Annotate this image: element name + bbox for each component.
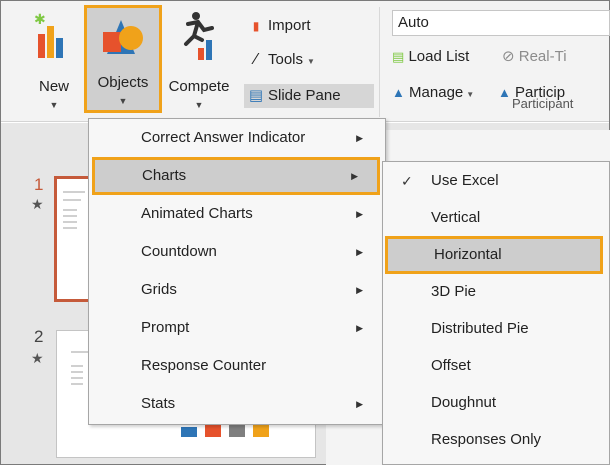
chevron-down-icon: ▼ — [466, 90, 475, 99]
thumb-text-line — [71, 371, 83, 373]
objects-menu: Correct Answer Indicator ▶ Charts ▶ Anim… — [88, 118, 386, 425]
new-button[interactable]: ✱ New ▼ — [30, 8, 78, 112]
menu-item-label: Response Counter — [141, 357, 267, 374]
chevron-down-icon: ▼ — [49, 100, 59, 110]
menu-item-stats[interactable]: Stats ▶ — [89, 385, 385, 423]
thumb-text-line — [63, 209, 77, 211]
import-label: Import — [268, 17, 311, 34]
thumb-text-line — [63, 221, 77, 223]
chevron-right-icon: ▶ — [356, 133, 363, 143]
slide-pane-label: Slide Pane — [268, 87, 341, 104]
objects-label: Objects — [97, 74, 149, 91]
menu-item-label: Horizontal — [434, 246, 502, 263]
objects-shapes-icon — [103, 20, 143, 54]
svg-text:✱: ✱ — [34, 11, 46, 27]
realtime-button[interactable]: ⊘ Real-Ti — [502, 46, 567, 68]
thumb-text-line — [63, 191, 85, 193]
charts-submenu: ✓ Use Excel Vertical Horizontal 3D Pie D… — [382, 161, 610, 465]
runner-chart-icon — [184, 12, 214, 60]
menu-item-label: Animated Charts — [141, 205, 253, 222]
load-list-label: Load List — [408, 48, 470, 65]
menu-item-doughnut[interactable]: Doughnut — [383, 384, 609, 422]
menu-item-prompt[interactable]: Prompt ▶ — [89, 309, 385, 347]
chevron-right-icon: ▶ — [356, 209, 363, 219]
menu-item-horizontal[interactable]: Horizontal — [385, 236, 603, 274]
menu-item-countdown[interactable]: Countdown ▶ — [89, 233, 385, 271]
menu-item-label: Grids — [141, 281, 177, 298]
thumb-text-line — [63, 199, 81, 201]
compete-button[interactable]: Compete ▼ — [164, 8, 234, 112]
menu-item-label: Responses Only — [431, 431, 542, 448]
chevron-right-icon: ▶ — [356, 323, 363, 333]
menu-item-animated-charts[interactable]: Animated Charts ▶ — [89, 195, 385, 233]
wrench-icon: ⁄ — [254, 51, 258, 68]
slide-pane-icon: ▤ — [248, 87, 264, 104]
menu-item-3d-pie[interactable]: 3D Pie — [383, 273, 609, 311]
realtime-label: Real-Ti — [518, 48, 567, 65]
tools-label: Tools — [268, 51, 304, 68]
menu-item-offset[interactable]: Offset — [383, 347, 609, 385]
new-label: New — [38, 78, 69, 95]
checkmark-icon: ✓ — [401, 173, 413, 189]
chevron-right-icon: ▶ — [351, 171, 358, 181]
menu-item-label: Countdown — [141, 243, 217, 260]
content-setting-field[interactable]: Auto — [392, 10, 610, 36]
star-icon: ★ — [31, 350, 44, 366]
menu-item-charts[interactable]: Charts ▶ — [92, 157, 380, 195]
chevron-down-icon: ▼ — [307, 57, 315, 66]
star-icon: ★ — [31, 196, 44, 212]
chevron-right-icon: ▶ — [356, 247, 363, 257]
thumb-text-line — [63, 215, 77, 217]
chevron-down-icon: ▼ — [118, 96, 128, 106]
participants-icon: ▲ — [498, 85, 511, 100]
thumb-text-line — [71, 365, 83, 367]
realtime-icon: ⊘ — [502, 48, 515, 65]
thumb-text-line — [63, 227, 77, 229]
menu-item-label: 3D Pie — [431, 283, 477, 300]
menu-item-label: Distributed Pie — [431, 320, 529, 337]
new-chart-icon: ✱ — [34, 11, 63, 58]
manage-button[interactable]: ▲ Manage ▼ — [392, 82, 474, 104]
menu-item-label: Prompt — [141, 319, 190, 336]
menu-item-use-excel[interactable]: ✓ Use Excel — [383, 162, 609, 200]
load-list-button[interactable]: ▤ Load List — [392, 46, 469, 68]
menu-item-label: Vertical — [431, 209, 481, 226]
thumb-text-line — [71, 383, 83, 385]
menu-item-label: Doughnut — [431, 394, 497, 411]
thumb-chart-bar — [181, 427, 197, 437]
chevron-down-icon: ▼ — [194, 100, 204, 110]
tools-button[interactable]: ⁄ Tools ▼ — [248, 48, 315, 72]
menu-item-responses-only[interactable]: Responses Only — [383, 421, 609, 459]
import-icon: ▮ — [252, 19, 260, 33]
thumb-chart-bar — [253, 425, 269, 437]
menu-item-label: Charts — [142, 167, 187, 184]
load-list-icon: ▤ — [392, 49, 405, 64]
manage-icon: ▲ — [392, 85, 405, 100]
menu-item-grids[interactable]: Grids ▶ — [89, 271, 385, 309]
menu-item-distributed-pie[interactable]: Distributed Pie — [383, 310, 609, 348]
chevron-right-icon: ▶ — [356, 285, 363, 295]
menu-item-label: Stats — [141, 395, 176, 412]
manage-label: Manage — [409, 84, 464, 101]
thumb-text-line — [71, 377, 83, 379]
menu-item-label: Use Excel — [431, 172, 499, 189]
menu-item-correct-answer-indicator[interactable]: Correct Answer Indicator ▶ — [89, 119, 385, 157]
thumb-chart-bar — [229, 423, 245, 437]
chevron-right-icon: ▶ — [356, 399, 363, 409]
ribbon-separator — [379, 7, 380, 117]
objects-button[interactable]: Objects ▼ — [84, 5, 162, 113]
import-button[interactable]: ▮ Import — [248, 14, 311, 38]
participants-group-label: Participant — [512, 96, 574, 111]
menu-item-vertical[interactable]: Vertical — [383, 199, 609, 237]
menu-item-label: Correct Answer Indicator — [141, 129, 306, 146]
content-setting-value: Auto — [398, 14, 429, 31]
menu-item-response-counter[interactable]: Response Counter — [89, 347, 385, 385]
slide-number: 2 — [34, 327, 44, 346]
compete-label: Compete — [168, 78, 230, 95]
menu-item-label: Offset — [431, 357, 471, 374]
slide-pane-button[interactable]: ▤ Slide Pane — [244, 84, 374, 108]
slide-number: 1 — [34, 175, 44, 194]
